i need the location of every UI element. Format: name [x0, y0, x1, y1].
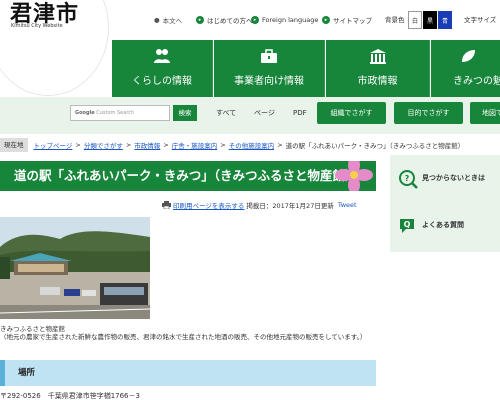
- breadcrumb-separator: >: [220, 141, 226, 149]
- arrow-circle-icon: ▸: [196, 16, 204, 24]
- breadcrumb-separator: >: [163, 141, 169, 149]
- facility-address: 〒292-0526 千葉県君津市笹字楢1766－3: [0, 392, 140, 400]
- nav-label: きみつの魅: [453, 76, 500, 87]
- leaf-icon: [462, 50, 475, 62]
- magnifier-question-icon: ?: [399, 170, 418, 189]
- sitemap-link[interactable]: ▸ サイトマップ: [322, 12, 372, 28]
- breadcrumb-current-page: 道の駅「ふれあいパーク・きみつ」（きみつふるさと物産館）: [285, 142, 465, 150]
- building-icon: [369, 49, 386, 64]
- breadcrumb-separator: >: [277, 141, 283, 149]
- section-title: 場所: [18, 368, 36, 378]
- foreign-language-link[interactable]: ▸ Foreign language: [251, 12, 318, 28]
- breadcrumb: 現在地 トップページ > 分類でさがす > 市政情報 > 庁舎・施設案内 > そ…: [0, 138, 500, 152]
- nav-business-info[interactable]: 事業者向け情報: [214, 40, 325, 97]
- main-content: 道の駅「ふれあいパーク・きみつ」（きみつふるさと物産館） 印刷用ページを表示する…: [0, 157, 376, 400]
- briefcase-icon: [261, 49, 277, 63]
- faq-bubble-icon: Q: [400, 219, 414, 233]
- facility-photo-image: [0, 217, 150, 319]
- search-placeholder: Custom Search: [96, 110, 135, 116]
- facility-description: （地元の農家で生産された新鮮な農作物の販売、君津の銘水で生産された地酒の販売、そ…: [0, 333, 367, 341]
- breadcrumb-current-label: 現在地: [0, 138, 28, 152]
- faq-link[interactable]: Q よくある質問: [390, 202, 500, 252]
- not-found-help-link[interactable]: ? 見つからないときは: [390, 155, 500, 205]
- page-meta-row: 印刷用ページを表示する 掲載日：2017年1月27日更新 Tweet: [162, 199, 357, 211]
- svg-text:Q: Q: [404, 220, 411, 229]
- nav-kimitsu-charm[interactable]: きみつの魅: [431, 40, 500, 97]
- not-found-label: 見つからないときは: [422, 174, 485, 182]
- page-title: 道の駅「ふれあいパーク・きみつ」（きみつふるさと物産館）: [14, 168, 358, 183]
- people-icon: [154, 49, 170, 63]
- print-page-link[interactable]: 印刷用ページを表示する: [173, 200, 244, 210]
- search-input[interactable]: Google Custom Search: [70, 105, 170, 121]
- updated-date: 掲載日：2017年1月27日更新: [246, 202, 334, 210]
- search-by-organization-button[interactable]: 組織でさがす: [317, 102, 386, 124]
- first-time-label: はじめての方へ: [207, 17, 253, 25]
- flower-decoration-icon: [335, 161, 373, 191]
- search-by-map-button[interactable]: 地図で: [470, 102, 500, 124]
- section-heading-location: 場所: [0, 360, 376, 386]
- breadcrumb-link-top[interactable]: トップページ: [34, 140, 73, 150]
- bgcolor-white-button[interactable]: 白: [408, 11, 422, 29]
- breadcrumb-separator: >: [75, 141, 81, 149]
- skip-to-content-link[interactable]: ● 本文へ: [154, 12, 182, 28]
- nav-living-info[interactable]: くらしの情報: [112, 40, 213, 97]
- sitemap-label: サイトマップ: [333, 17, 372, 25]
- bgcolor-label: 背景色: [385, 16, 405, 24]
- page-title-banner: 道の駅「ふれあいパーク・きみつ」（きみつふるさと物産館）: [0, 161, 376, 191]
- printer-icon: [162, 201, 171, 209]
- breadcrumb-link-other-facilities[interactable]: その他施設案内: [229, 140, 275, 150]
- faq-label: よくある質問: [422, 221, 464, 229]
- bgcolor-black-button[interactable]: 黒: [423, 11, 437, 29]
- search-by-purpose-button[interactable]: 目的でさがす: [394, 102, 463, 124]
- search-button[interactable]: 検索: [173, 105, 197, 121]
- filter-page[interactable]: ページ: [254, 105, 275, 121]
- arrow-circle-icon: ▸: [251, 16, 259, 24]
- breadcrumb-separator: >: [125, 141, 132, 149]
- skip-link-label: 本文へ: [162, 17, 183, 25]
- filter-all[interactable]: すべて: [216, 105, 236, 121]
- foreign-language-label: Foreign language: [262, 16, 319, 24]
- bgcolor-blue-button[interactable]: 青: [438, 11, 452, 29]
- breadcrumb-link-city-admin[interactable]: 市政情報: [134, 140, 160, 150]
- first-time-link[interactable]: ▸ はじめての方へ: [196, 12, 253, 28]
- font-size-label: 文字サイズ: [464, 16, 497, 24]
- svg-text:?: ?: [405, 174, 410, 183]
- filter-pdf[interactable]: PDF: [293, 105, 307, 121]
- site-header: 君津市 Kimitsu City Website ● 本文へ ▸ はじめての方へ…: [0, 0, 500, 100]
- tweet-button[interactable]: Tweet: [338, 201, 357, 209]
- nav-city-admin[interactable]: 市政情報: [326, 40, 430, 97]
- bullet-icon: ●: [154, 16, 160, 24]
- site-logo[interactable]: 君津市 Kimitsu City Website: [0, 0, 108, 95]
- logo-subtitle: Kimitsu City Website: [11, 23, 63, 29]
- nav-label: 市政情報: [357, 76, 398, 87]
- search-bar: Google Custom Search 検索 すべて ページ PDF 組織でさ…: [0, 97, 500, 134]
- breadcrumb-link-category[interactable]: 分類でさがす: [84, 140, 123, 150]
- facility-photo: [0, 217, 150, 319]
- arrow-circle-icon: ▸: [322, 16, 330, 24]
- nav-label: くらしの情報: [132, 76, 192, 87]
- nav-label: 事業者向け情報: [234, 76, 304, 87]
- breadcrumb-link-facilities[interactable]: 庁舎・施設案内: [172, 140, 218, 150]
